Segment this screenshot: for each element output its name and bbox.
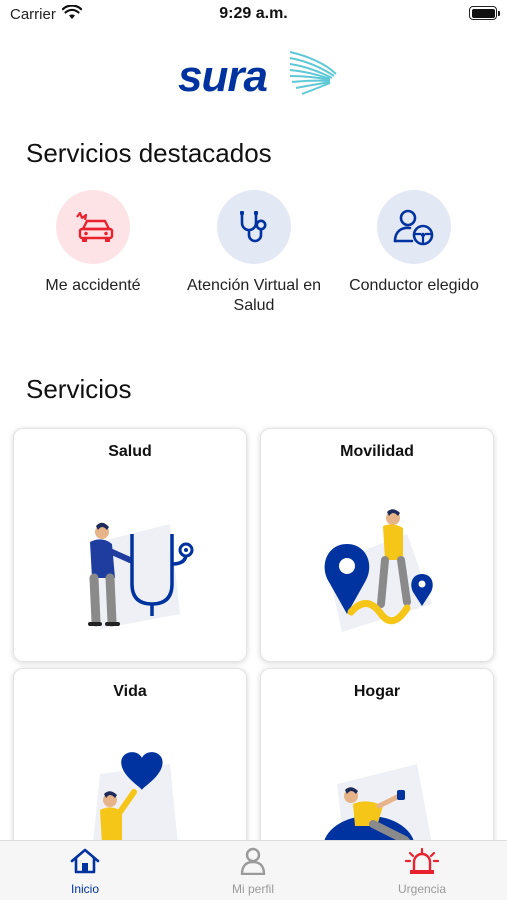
map-pin-person-illustration: [261, 479, 493, 659]
stethoscope-icon: [217, 190, 291, 264]
service-card-title: Salud: [108, 443, 152, 460]
service-card-salud[interactable]: Salud: [13, 428, 247, 662]
featured-item-label: Conductor elegido: [349, 277, 479, 294]
siren-icon: [404, 847, 440, 879]
featured-item-label: Me accidenté: [45, 277, 141, 294]
tab-label: Inicio: [70, 882, 99, 896]
sura-logo: sura: [178, 48, 338, 103]
logo-text: sura: [178, 52, 268, 101]
tab-urgencia[interactable]: Urgencia: [362, 847, 482, 896]
tab-bar: Inicio Mi perfil Urgencia: [0, 840, 507, 900]
tab-mi-perfil[interactable]: Mi perfil: [193, 847, 313, 896]
service-card-title: Hogar: [353, 683, 401, 700]
designated-driver-icon: [377, 190, 451, 264]
car-crash-icon: [56, 190, 130, 264]
featured-services-title: Servicios destacados: [26, 138, 272, 168]
home-icon: [69, 848, 101, 879]
services-title: Servicios: [26, 374, 132, 404]
service-card-title: Vida: [113, 683, 147, 700]
status-bar: Carrier 9:29 a.m.: [0, 0, 507, 28]
tab-label: Mi perfil: [231, 882, 274, 896]
person-icon: [237, 847, 269, 879]
status-time: 9:29 a.m.: [219, 5, 288, 22]
featured-item-me-accidente[interactable]: Me accidenté: [13, 190, 173, 296]
featured-item-atencion-virtual[interactable]: Atención Virtual en Salud: [174, 190, 334, 316]
featured-item-conductor-elegido[interactable]: Conductor elegido: [334, 190, 494, 296]
featured-services: Me accidenté Atención Virtual en Salud C…: [0, 190, 507, 330]
logo-wing-icon: [288, 48, 338, 105]
battery-icon: [469, 6, 500, 20]
service-card-movilidad[interactable]: Movilidad: [260, 428, 494, 662]
featured-item-label: Atención Virtual en Salud: [186, 277, 321, 314]
tab-label: Urgencia: [397, 882, 447, 896]
service-card-title: Movilidad: [340, 443, 414, 460]
doctor-stethoscope-illustration: [14, 479, 246, 659]
tab-inicio[interactable]: Inicio: [25, 847, 145, 896]
